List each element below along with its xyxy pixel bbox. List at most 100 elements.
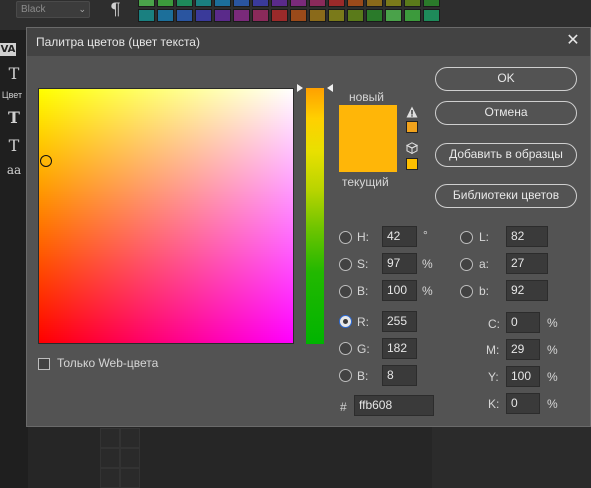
hue-input[interactable]: 42 xyxy=(382,226,417,247)
yellow-unit: % xyxy=(547,370,558,384)
radio-green[interactable] xyxy=(339,342,352,355)
hex-label: # xyxy=(340,400,347,414)
radio-saturation[interactable] xyxy=(339,258,352,271)
hue-slider[interactable] xyxy=(306,88,324,344)
radio-lab-a[interactable] xyxy=(460,258,473,271)
gamut-color-swatch[interactable] xyxy=(406,121,418,133)
radio-brightness[interactable] xyxy=(339,285,352,298)
paragraph-icon[interactable]: ¶ xyxy=(110,0,121,20)
lab-a-label: a: xyxy=(479,257,490,271)
swatch-cell[interactable] xyxy=(309,9,326,22)
cyan-label: C: xyxy=(488,317,500,331)
cyan-unit: % xyxy=(547,316,558,330)
font-style-select[interactable]: Black ⌄ xyxy=(16,1,90,18)
subscript-icon[interactable]: aa xyxy=(2,163,26,177)
swatch-cell[interactable] xyxy=(290,9,307,22)
magenta-label: M: xyxy=(486,343,500,357)
italic-text-icon[interactable]: T xyxy=(2,136,26,155)
swatch-cell[interactable] xyxy=(404,9,421,22)
swatch-cell[interactable] xyxy=(233,9,250,22)
close-button[interactable]: ✕ xyxy=(564,32,582,50)
out-of-gamut-warning-icon[interactable] xyxy=(406,106,418,118)
swatch-cell[interactable] xyxy=(138,9,155,22)
radio-blue[interactable] xyxy=(339,369,352,382)
text-size-icon[interactable]: T xyxy=(2,64,26,83)
cyan-input[interactable]: 0 xyxy=(506,312,540,333)
swatches-panel xyxy=(138,0,591,28)
magenta-unit: % xyxy=(547,343,558,357)
bold-text-icon[interactable]: T xyxy=(2,108,26,127)
web-safe-color-swatch[interactable] xyxy=(406,158,418,170)
swatch-cell[interactable] xyxy=(271,0,288,7)
swatch-cell[interactable] xyxy=(157,9,174,22)
swatch-cell[interactable] xyxy=(309,0,326,7)
new-color-label: новый xyxy=(349,90,385,104)
brightness-input[interactable]: 100 xyxy=(382,280,417,301)
hex-input[interactable]: ffb608 xyxy=(354,395,434,416)
blue-label: B: xyxy=(357,369,369,383)
swatch-cell[interactable] xyxy=(214,9,231,22)
lab-l-label: L: xyxy=(479,230,490,244)
web-colors-only-checkbox[interactable] xyxy=(38,358,50,370)
lab-l-input[interactable]: 82 xyxy=(506,226,548,247)
swatch-cell[interactable] xyxy=(252,0,269,7)
hue-unit: ° xyxy=(423,228,428,242)
swatch-cell[interactable] xyxy=(366,0,383,7)
swatch-cell[interactable] xyxy=(347,0,364,7)
swatch-cell[interactable] xyxy=(385,9,402,22)
ok-button[interactable]: OK xyxy=(435,67,577,91)
lab-a-input[interactable]: 27 xyxy=(506,253,548,274)
color-field[interactable] xyxy=(38,88,294,344)
swatch-cell[interactable] xyxy=(271,9,288,22)
swatch-cell[interactable] xyxy=(366,9,383,22)
brightness-unit: % xyxy=(422,284,433,298)
character-panel: VA T Цвет T T aa xyxy=(0,30,28,488)
swatch-cell[interactable] xyxy=(214,0,231,7)
web-safe-cube-icon[interactable] xyxy=(406,142,418,154)
color-field-cursor[interactable] xyxy=(40,155,52,167)
color-picker-dialog: Палитра цветов (цвет текста) ✕ новый тек… xyxy=(26,27,591,427)
black-label: K: xyxy=(488,397,500,411)
dialog-title: Палитра цветов (цвет текста) xyxy=(36,35,200,49)
swatch-cell[interactable] xyxy=(157,0,174,7)
swatch-cell[interactable] xyxy=(195,9,212,22)
radio-hue[interactable] xyxy=(339,231,352,244)
black-input[interactable]: 0 xyxy=(506,393,540,414)
red-input[interactable]: 255 xyxy=(382,311,417,332)
add-to-swatches-button[interactable]: Добавить в образцы xyxy=(435,143,577,167)
yellow-input[interactable]: 100 xyxy=(506,366,540,387)
swatch-cell[interactable] xyxy=(423,0,440,7)
swatch-cell[interactable] xyxy=(328,0,345,7)
kerning-icon[interactable]: VA xyxy=(0,43,16,56)
lab-b-input[interactable]: 92 xyxy=(506,280,548,301)
swatch-cell[interactable] xyxy=(138,0,155,7)
hue-slider-handle-left[interactable] xyxy=(297,84,303,92)
radio-lab-l[interactable] xyxy=(460,231,473,244)
radio-red[interactable] xyxy=(339,315,352,328)
swatch-cell[interactable] xyxy=(328,9,345,22)
blue-input[interactable]: 8 xyxy=(382,365,417,386)
swatch-cell[interactable] xyxy=(290,0,307,7)
swatch-cell[interactable] xyxy=(404,0,421,7)
color-libraries-button[interactable]: Библиотеки цветов xyxy=(435,184,577,208)
magenta-input[interactable]: 29 xyxy=(506,339,540,360)
swatch-cell[interactable] xyxy=(176,9,193,22)
swatch-cell[interactable] xyxy=(233,0,250,7)
saturation-unit: % xyxy=(422,257,433,271)
yellow-label: Y: xyxy=(488,370,499,384)
swatch-cell[interactable] xyxy=(385,0,402,7)
current-color-swatch[interactable] xyxy=(339,138,397,172)
radio-lab-b[interactable] xyxy=(460,285,473,298)
swatch-cell[interactable] xyxy=(423,9,440,22)
saturation-input[interactable]: 97 xyxy=(382,253,417,274)
cancel-button[interactable]: Отмена xyxy=(435,101,577,125)
green-input[interactable]: 182 xyxy=(382,338,417,359)
font-style-value: Black xyxy=(21,4,46,15)
swatch-cell[interactable] xyxy=(347,9,364,22)
swatch-cell[interactable] xyxy=(176,0,193,7)
dialog-titlebar[interactable]: Палитра цветов (цвет текста) ✕ xyxy=(27,28,590,56)
background-panel-strip xyxy=(432,425,591,488)
swatch-cell[interactable] xyxy=(252,9,269,22)
hue-slider-handle-right[interactable] xyxy=(327,84,333,92)
swatch-cell[interactable] xyxy=(195,0,212,7)
